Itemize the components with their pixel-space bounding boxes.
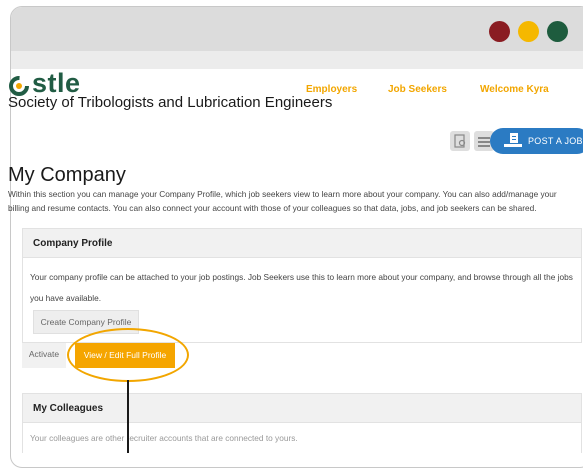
my-colleagues-heading: My Colleagues <box>33 403 104 414</box>
nav-welcome-user[interactable]: Welcome Kyra <box>480 84 549 95</box>
post-job-icon <box>504 133 522 147</box>
org-name: Society of Tribologists and Lubrication … <box>8 94 333 111</box>
page-intro: Within this section you can manage your … <box>8 189 557 213</box>
green-window-dot[interactable] <box>547 21 568 42</box>
post-a-job-label: POST A JOB <box>528 136 583 146</box>
search-resumes-icon[interactable] <box>450 131 470 151</box>
red-window-dot[interactable] <box>489 21 510 42</box>
company-profile-description: Your company profile can be attached to … <box>30 272 573 303</box>
activate-button[interactable]: Activate <box>22 343 66 368</box>
post-a-job-button[interactable]: POST A JOB <box>490 128 583 154</box>
my-colleagues-header: My Colleagues <box>22 393 582 423</box>
nav-job-seekers[interactable]: Job Seekers <box>388 84 447 95</box>
page-title: My Company <box>8 164 126 186</box>
company-profile-header: Company Profile <box>22 228 582 258</box>
callout-line <box>127 380 129 453</box>
my-colleagues-panel: Your colleagues are other recruiter acco… <box>22 423 582 453</box>
yellow-window-dot[interactable] <box>518 21 539 42</box>
nav-employers[interactable]: Employers <box>306 84 357 95</box>
window-titlebar <box>11 7 583 51</box>
highlight-circle <box>67 328 189 382</box>
company-profile-heading: Company Profile <box>33 238 113 249</box>
my-colleagues-description: Your colleagues are other recruiter acco… <box>30 433 298 443</box>
browser-toolbar <box>11 51 583 69</box>
